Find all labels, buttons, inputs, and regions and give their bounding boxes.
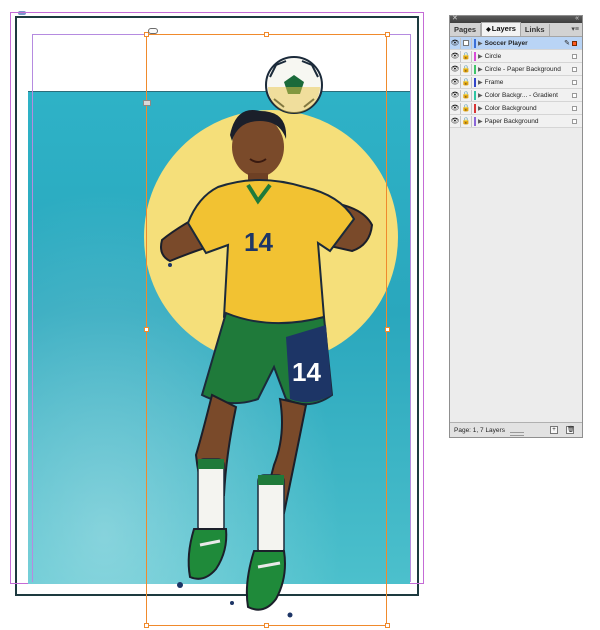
resize-handle-tr[interactable] <box>385 32 390 37</box>
close-icon[interactable]: ✕ <box>452 15 458 23</box>
layer-list: 👁 ▶ Soccer Player ✎ 👁 🔒 ▶ Circle 👁 🔒 ▶ C… <box>450 37 582 128</box>
layer-selection-box[interactable] <box>572 53 577 59</box>
resize-handle-bm[interactable] <box>264 623 269 628</box>
expand-triangle-icon[interactable]: ▶ <box>478 40 483 47</box>
layer-row-paper-background[interactable]: 👁 🔒 ▶ Paper Background <box>450 115 582 128</box>
resize-grip[interactable] <box>510 432 524 436</box>
eye-icon[interactable]: 👁 <box>450 50 461 62</box>
layer-selection-box[interactable] <box>572 92 577 98</box>
layer-selection-box[interactable] <box>572 40 577 46</box>
layer-color-swatch <box>474 77 476 87</box>
resize-handle-mr[interactable] <box>385 327 390 332</box>
margin-guide-left <box>32 34 33 582</box>
lock-icon[interactable]: 🔒 <box>461 102 472 114</box>
layer-row-color-background-gradient[interactable]: 👁 🔒 ▶ Color Backgr... - Gradient <box>450 89 582 102</box>
resize-handle-bl[interactable] <box>144 623 149 628</box>
expand-triangle-icon[interactable]: ▶ <box>478 79 483 86</box>
tab-arrow-icon: ◆ <box>486 27 491 33</box>
content-grabber-icon[interactable] <box>143 100 151 106</box>
tab-pages[interactable]: Pages <box>450 24 482 36</box>
layer-count-status: Page: 1, 7 Layers <box>454 426 505 434</box>
lock-icon[interactable]: 🔒 <box>461 63 472 75</box>
eye-icon[interactable]: 👁 <box>450 63 461 75</box>
layer-row-circle-paper-background[interactable]: 👁 🔒 ▶ Circle - Paper Background <box>450 63 582 76</box>
panel-footer: Page: 1, 7 Layers + 🗑 <box>450 422 582 437</box>
layer-name: Color Background <box>484 104 537 112</box>
eye-icon[interactable]: 👁 <box>450 102 461 114</box>
layer-name: Color Backgr... - Gradient <box>484 91 558 99</box>
layer-color-swatch <box>474 38 476 48</box>
panel-menu-icon[interactable]: ▾≡ <box>571 25 579 33</box>
layer-selection-box[interactable] <box>572 105 577 111</box>
resize-handle-ml[interactable] <box>144 327 149 332</box>
layer-color-swatch <box>474 64 476 74</box>
layer-name: Soccer Player <box>484 39 528 47</box>
resize-handle-tm[interactable] <box>264 32 269 37</box>
expand-triangle-icon[interactable]: ▶ <box>478 118 483 125</box>
eye-icon[interactable]: 👁 <box>450 89 461 101</box>
layer-name: Paper Background <box>484 117 539 125</box>
eye-icon[interactable]: 👁 <box>450 76 461 88</box>
layer-row-soccer-player[interactable]: 👁 ▶ Soccer Player ✎ <box>450 37 582 50</box>
layers-panel: ✕ « Pages ◆Layers Links ▾≡ 👁 ▶ Soccer Pl… <box>449 15 583 438</box>
lock-toggle[interactable] <box>461 37 472 49</box>
trash-icon[interactable]: 🗑 <box>566 426 575 434</box>
panel-tabs: Pages ◆Layers Links ▾≡ <box>450 22 582 37</box>
margin-guide-right <box>410 34 411 582</box>
new-layer-icon[interactable]: + <box>550 426 558 434</box>
selection-bounding-box[interactable] <box>146 34 387 626</box>
layer-row-frame[interactable]: 👁 🔒 ▶ Frame <box>450 76 582 89</box>
resize-handle-br[interactable] <box>385 623 390 628</box>
collapse-icon[interactable]: « <box>575 15 579 23</box>
lock-icon[interactable]: 🔒 <box>461 76 472 88</box>
eye-icon[interactable]: 👁 <box>450 37 461 49</box>
layer-selection-box[interactable] <box>572 66 577 72</box>
expand-triangle-icon[interactable]: ▶ <box>478 92 483 99</box>
layer-color-swatch <box>474 103 476 113</box>
layer-row-circle[interactable]: 👁 🔒 ▶ Circle <box>450 50 582 63</box>
expand-triangle-icon[interactable]: ▶ <box>478 53 483 60</box>
lock-icon[interactable]: 🔒 <box>461 89 472 101</box>
layer-row-color-background[interactable]: 👁 🔒 ▶ Color Background <box>450 102 582 115</box>
pen-icon: ✎ <box>564 40 570 47</box>
eye-icon[interactable]: 👁 <box>450 115 461 127</box>
chain-link-icon[interactable] <box>148 28 158 34</box>
layer-color-swatch <box>474 90 476 100</box>
layer-name: Frame <box>484 78 504 86</box>
lock-icon[interactable]: 🔒 <box>461 115 472 127</box>
lock-icon[interactable]: 🔒 <box>461 50 472 62</box>
layer-selection-box[interactable] <box>572 118 577 124</box>
expand-triangle-icon[interactable]: ▶ <box>478 66 483 73</box>
tab-layers[interactable]: ◆Layers <box>481 22 521 36</box>
tab-links[interactable]: Links <box>521 24 550 36</box>
layer-selection-box[interactable] <box>572 79 577 85</box>
expand-triangle-icon[interactable]: ▶ <box>478 105 483 112</box>
layer-name: Circle <box>484 52 502 60</box>
layer-color-swatch <box>474 116 476 126</box>
layer-color-swatch <box>474 51 476 61</box>
layer-name: Circle - Paper Background <box>484 65 561 73</box>
